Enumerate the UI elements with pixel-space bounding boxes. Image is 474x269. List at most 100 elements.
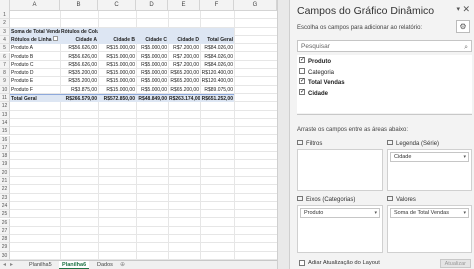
pivot-value-cell[interactable]: R$7.200,00 (168, 44, 200, 52)
pivot-column-header[interactable]: Total Geral (200, 36, 234, 44)
row-header-1[interactable]: 1 (0, 11, 10, 20)
row-header-13[interactable]: 13 (0, 110, 10, 119)
row-header-29[interactable]: 29 (0, 243, 10, 252)
row-header-26[interactable]: 26 (0, 218, 10, 227)
filter-dropdown-icon[interactable] (52, 36, 58, 42)
chevron-down-icon[interactable]: ▾ (463, 153, 466, 162)
panel-options-icon[interactable]: ▾ (456, 5, 460, 13)
pivot-value-cell[interactable]: R$15.000,00 (98, 77, 136, 85)
close-icon[interactable]: ✕ (462, 4, 470, 15)
row-header-11[interactable]: 11 (0, 94, 10, 103)
pivot-row-label[interactable]: Produto E (10, 77, 60, 85)
legend-field-chip[interactable]: Cidade ▾ (390, 152, 469, 162)
tab-scroll-right-icon[interactable]: ▸ (10, 261, 13, 269)
pivot-value-cell[interactable]: R$56.626,00 (60, 61, 98, 69)
row-header-19[interactable]: 19 (0, 160, 10, 169)
pivot-value-cell[interactable]: R$56.626,00 (60, 53, 98, 61)
column-header-c[interactable]: C (98, 0, 136, 11)
pivot-row-label[interactable]: Produto A (10, 44, 60, 52)
select-all-corner[interactable] (0, 0, 10, 11)
pivot-value-cell[interactable]: R$84.026,00 (200, 53, 234, 61)
pivot-column-header[interactable]: Cidade A (60, 36, 98, 44)
column-header-e[interactable]: E (168, 0, 200, 11)
filters-drop-area[interactable] (297, 149, 383, 191)
values-drop-area[interactable]: Soma de Total Vendas ▾ (387, 205, 472, 253)
pivot-row-label[interactable]: Produto F (10, 86, 60, 94)
pivot-total-cell[interactable]: R$572.850,00 (98, 94, 136, 103)
pivot-value-cell[interactable]: R$7.200,00 (168, 61, 200, 69)
pivot-total-cell[interactable]: R$48.849,00 (136, 94, 168, 103)
pivot-value-cell[interactable]: R$65.200,00 (168, 86, 200, 94)
row-header-12[interactable]: 12 (0, 102, 10, 111)
axis-field-chip[interactable]: Produto ▾ (300, 208, 380, 218)
pivot-value-cell[interactable]: R$35.200,00 (60, 69, 98, 77)
update-button[interactable]: Atualizar (439, 259, 471, 268)
pivot-value-cell[interactable]: R$120.400,00 (200, 69, 234, 77)
pivot-column-header[interactable]: Cidade C (136, 36, 168, 44)
pivot-row-labels[interactable]: Rótulos de Linha (10, 36, 60, 44)
add-sheet-icon[interactable]: ⊕ (120, 261, 125, 269)
pivot-column-header[interactable]: Cidade D (168, 36, 200, 44)
row-header-28[interactable]: 28 (0, 235, 10, 244)
field-produto[interactable]: ✓ Produto (299, 57, 331, 67)
panel-divider[interactable] (277, 0, 290, 269)
row-header-22[interactable]: 22 (0, 185, 10, 194)
pivot-row-label[interactable]: Produto D (10, 69, 60, 77)
row-header-27[interactable]: 27 (0, 226, 10, 236)
tab-scroll-left-icon[interactable]: ◂ (3, 261, 6, 269)
pivot-value-cell[interactable]: R$84.026,00 (200, 61, 234, 69)
row-header-9[interactable]: 9 (0, 77, 10, 86)
pivot-row-label[interactable]: Produto B (10, 53, 60, 61)
row-header-16[interactable]: 16 (0, 135, 10, 144)
row-header-24[interactable]: 24 (0, 201, 10, 211)
pivot-value-cell[interactable]: R$5.000,00 (136, 86, 168, 94)
row-header-17[interactable]: 17 (0, 143, 10, 153)
column-header-a[interactable]: A (10, 0, 60, 11)
pivot-value-cell[interactable]: R$56.626,00 (60, 44, 98, 52)
sheet-tab-dados[interactable]: Dados (94, 261, 116, 269)
pivot-value-cell[interactable]: R$15.000,00 (98, 69, 136, 77)
row-header-23[interactable]: 23 (0, 193, 10, 202)
field-categoria[interactable]: Categoria (299, 68, 334, 78)
row-header-25[interactable]: 25 (0, 210, 10, 219)
column-header-f[interactable]: F (200, 0, 234, 11)
pivot-value-cell[interactable]: R$5.000,00 (136, 77, 168, 85)
pivot-column-labels[interactable]: Rótulos de Coluna (60, 28, 98, 36)
gear-icon[interactable]: ⚙ (456, 20, 470, 33)
pivot-total-label[interactable]: Total Geral (10, 94, 60, 103)
sheet-tab-planilha6[interactable]: Planilha6 (59, 261, 90, 269)
column-header-b[interactable]: B (60, 0, 98, 11)
row-header-7[interactable]: 7 (0, 60, 10, 70)
pivot-value-cell[interactable]: R$35.200,00 (60, 77, 98, 85)
defer-update-checkbox[interactable] (299, 260, 305, 266)
pivot-value-cell[interactable]: R$15.000,00 (98, 44, 136, 52)
row-header-6[interactable]: 6 (0, 52, 10, 61)
column-header-d[interactable]: D (136, 0, 168, 11)
pivot-value-cell[interactable]: R$89.075,00 (200, 86, 234, 94)
row-header-2[interactable]: 2 (0, 19, 10, 28)
field-cidade[interactable]: ✓ Cidade (299, 89, 328, 99)
field-total-vendas[interactable]: ✓ Total Vendas (299, 78, 345, 88)
row-header-15[interactable]: 15 (0, 127, 10, 136)
sheet-tab-planilha5[interactable]: Planilha5 (26, 261, 55, 269)
column-header-g[interactable]: G (234, 0, 277, 11)
checkbox-checked-icon[interactable]: ✓ (299, 57, 305, 64)
pivot-value-cell[interactable]: R$84.026,00 (200, 44, 234, 52)
row-header-5[interactable]: 5 (0, 44, 10, 53)
field-search-input[interactable]: Pesquisar ⌕ (297, 40, 472, 52)
pivot-value-cell[interactable]: R$5.000,00 (136, 44, 168, 52)
row-header-4[interactable]: 4 (0, 35, 10, 45)
chevron-down-icon[interactable]: ▾ (374, 209, 377, 218)
pivot-total-cell[interactable]: R$266.579,00 (60, 94, 98, 103)
pivot-value-cell[interactable]: R$65.200,00 (168, 69, 200, 77)
pivot-values-label[interactable]: Soma de Total Vendas (10, 28, 60, 36)
row-header-21[interactable]: 21 (0, 177, 10, 186)
row-header-18[interactable]: 18 (0, 152, 10, 161)
pivot-value-cell[interactable]: R$5.000,00 (136, 69, 168, 77)
spreadsheet-grid[interactable]: ABCDEFG 1 2 3 4 5 6 7 8 9 10 11 12 13 14 15 16 17 18 19 20 2… (0, 0, 277, 269)
row-header-10[interactable]: 10 (0, 85, 10, 94)
pivot-value-cell[interactable]: R$15.000,00 (98, 86, 136, 94)
pivot-value-cell[interactable]: R$15.000,00 (98, 61, 136, 69)
pivot-total-cell[interactable]: R$263.174,00 (168, 94, 200, 103)
row-header-14[interactable]: 14 (0, 118, 10, 128)
